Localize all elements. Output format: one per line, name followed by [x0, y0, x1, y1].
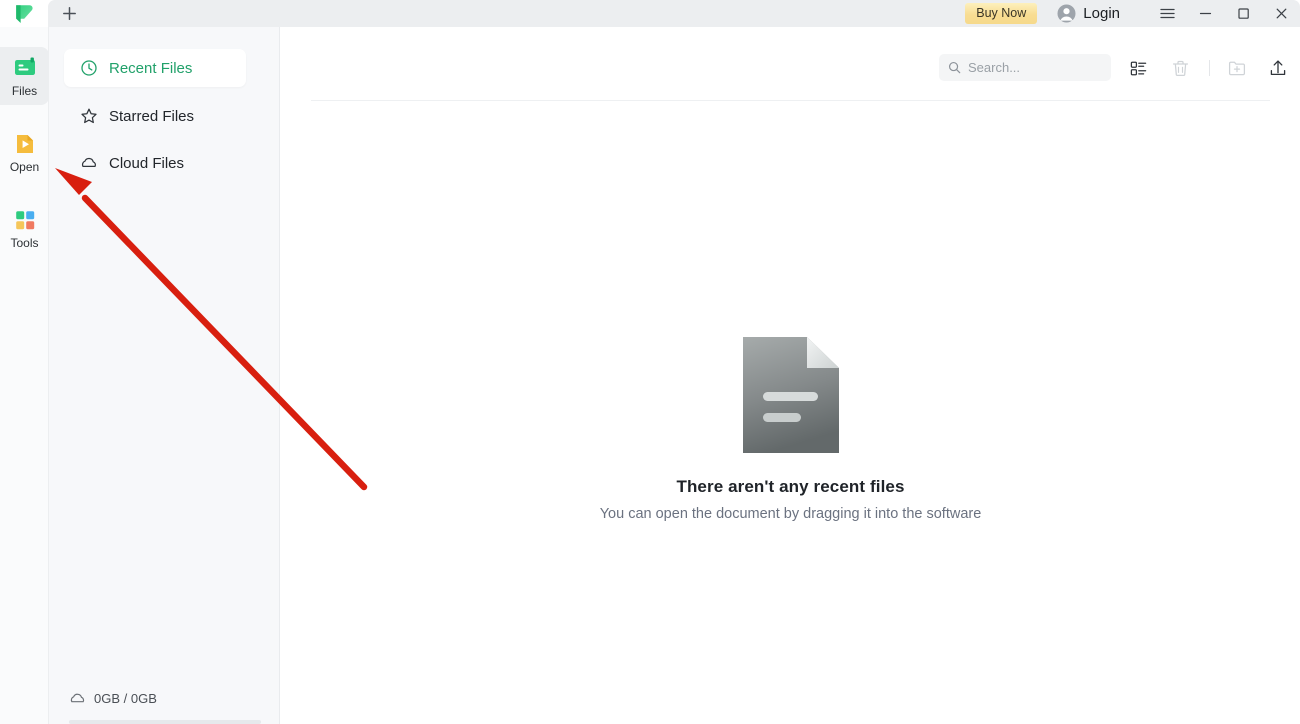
search-box[interactable] [939, 54, 1111, 81]
sidebar-item-starred-files[interactable]: Starred Files [64, 97, 246, 135]
trash-icon [1172, 60, 1188, 76]
storage-indicator: 0GB / 0GB [69, 690, 157, 707]
app-window: Buy Now Login Files Open Tools Recent Fi… [0, 0, 1300, 724]
sidebar-item-label: Recent Files [109, 59, 193, 77]
buy-now-button[interactable]: Buy Now [965, 3, 1038, 24]
app-logo [0, 0, 48, 27]
login-label: Login [1083, 5, 1120, 22]
rail-item-label: Open [9, 160, 40, 174]
open-play-document-icon [16, 135, 33, 153]
rail-item-tools[interactable]: Tools [0, 199, 49, 257]
tools-grid-icon [15, 211, 34, 230]
menu-button[interactable] [1148, 0, 1186, 27]
star-icon [81, 108, 97, 124]
sidebar-item-cloud-files[interactable]: Cloud Files [64, 144, 246, 182]
title-bar: Buy Now Login [0, 0, 1300, 27]
rail-item-label: Files [11, 84, 38, 98]
hamburger-menu-icon [1159, 8, 1175, 19]
new-tab-button[interactable] [54, 2, 84, 26]
new-folder-button [1222, 53, 1252, 83]
toolbar-divider [1209, 60, 1210, 76]
search-input[interactable] [968, 60, 1100, 75]
storage-progress-bar [69, 720, 261, 724]
minimize-icon [1199, 12, 1211, 15]
empty-document-icon [742, 337, 839, 453]
clock-icon [81, 60, 97, 76]
maximize-button[interactable] [1224, 0, 1262, 27]
content-toolbar [281, 27, 1300, 100]
sidebar-item-label: Starred Files [109, 107, 195, 125]
cloud-icon [81, 157, 97, 168]
rail-item-open[interactable]: Open [0, 123, 49, 181]
storage-text: 0GB / 0GB [94, 691, 157, 706]
cloud-icon [70, 693, 85, 703]
search-icon [948, 61, 961, 74]
plus-icon [62, 7, 76, 20]
updf-logo-icon [16, 4, 33, 23]
close-button[interactable] [1262, 0, 1300, 27]
user-avatar-icon [1057, 4, 1076, 23]
content-area: There aren't any recent files You can op… [281, 27, 1300, 724]
minimize-button[interactable] [1186, 0, 1224, 27]
empty-state: There aren't any recent files You can op… [281, 337, 1300, 522]
login-button[interactable]: Login [1051, 2, 1126, 25]
navigation-panel: Recent Files Starred Files Cloud Files 0… [49, 27, 280, 724]
maximize-icon [1237, 8, 1249, 19]
left-rail: Files Open Tools [0, 27, 49, 724]
list-view-button[interactable] [1123, 53, 1153, 83]
upload-icon [1270, 60, 1286, 76]
close-icon [1276, 8, 1286, 19]
sidebar-item-label: Cloud Files [109, 154, 185, 172]
empty-state-title: There aren't any recent files [676, 477, 905, 496]
files-document-icon [14, 57, 35, 75]
rail-item-files[interactable]: Files [0, 47, 49, 105]
rail-item-label: Tools [10, 236, 39, 250]
sidebar-item-recent-files[interactable]: Recent Files [64, 49, 246, 87]
window-controls-group: Buy Now Login [965, 0, 1300, 27]
toolbar-bottom-divider [311, 100, 1270, 101]
list-view-icon [1130, 61, 1146, 75]
empty-state-subtitle: You can open the document by dragging it… [599, 506, 982, 522]
upload-button[interactable] [1263, 53, 1293, 83]
new-folder-icon [1228, 61, 1246, 76]
delete-button [1165, 53, 1195, 83]
